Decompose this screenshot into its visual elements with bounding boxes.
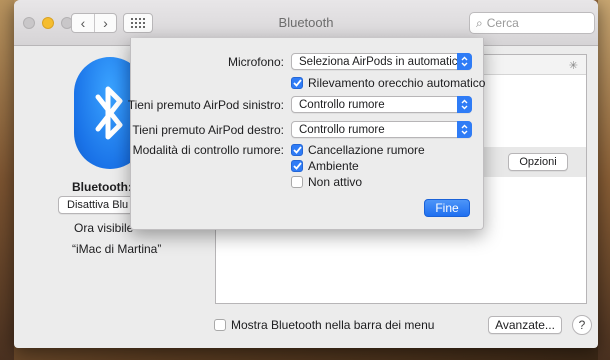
mode-noise-cancellation-checkbox[interactable]: Cancellazione rumore (291, 143, 425, 157)
options-button[interactable]: Opzioni (508, 153, 568, 171)
device-name: “iMac di Martina” (72, 242, 162, 256)
microphone-value: Seleziona AirPods in automatico (299, 55, 464, 68)
ear-detection-label: Rilevamento orecchio automatico (308, 76, 486, 90)
airpods-settings-sheet: Microfono: Seleziona AirPods in automati… (127, 38, 485, 230)
ear-detection-checkbox[interactable]: Rilevamento orecchio automatico (291, 76, 485, 90)
noise-modes-label: Modalità di controllo rumore: (132, 143, 284, 157)
search-icon: ⌕ (476, 15, 483, 30)
right-airpod-label: Tieni premuto AirPod destro: (132, 123, 284, 137)
microphone-label: Microfono: (227, 55, 284, 69)
mode-label: Non attivo (308, 175, 363, 189)
advanced-button[interactable]: Avanzate... (488, 316, 562, 334)
left-airpod-popup[interactable]: Controllo rumore (291, 96, 472, 113)
checkmark-icon (291, 160, 303, 172)
bluetooth-preferences-window: ‹ › Bluetooth ⌕ Cerca Bluetooth: a Disat… (14, 0, 598, 348)
search-placeholder: Cerca (486, 16, 519, 30)
search-field[interactable]: ⌕ Cerca (469, 12, 595, 34)
right-airpod-value: Controllo rumore (299, 123, 385, 136)
done-button[interactable]: Fine (424, 199, 470, 217)
updown-arrows-icon (457, 121, 472, 138)
checkbox-unchecked-icon (214, 319, 226, 331)
updown-arrows-icon (457, 53, 472, 70)
microphone-popup[interactable]: Seleziona AirPods in automatico (291, 53, 472, 70)
show-in-menubar-checkbox[interactable]: Mostra Bluetooth nella barra dei menu (214, 318, 434, 332)
left-airpod-label: Tieni premuto AirPod sinistro: (127, 98, 284, 112)
checkmark-icon (291, 144, 303, 156)
loading-spinner-icon: ✳ (568, 60, 578, 72)
help-button[interactable]: ? (572, 315, 592, 335)
desktop-background-left (0, 0, 14, 360)
visibility-text: Ora visibile (74, 221, 134, 235)
left-airpod-value: Controllo rumore (299, 98, 385, 111)
mode-off-checkbox[interactable]: Non attivo (291, 175, 362, 189)
updown-arrows-icon (457, 96, 472, 113)
mode-ambient-checkbox[interactable]: Ambiente (291, 159, 359, 173)
checkbox-unchecked-icon (291, 176, 303, 188)
checkmark-icon (291, 77, 303, 89)
desktop-background-right (598, 0, 610, 360)
mode-label: Ambiente (308, 159, 359, 173)
mode-label: Cancellazione rumore (308, 143, 425, 157)
bluetooth-icon (95, 86, 123, 140)
show-in-menubar-label: Mostra Bluetooth nella barra dei menu (231, 318, 435, 332)
right-airpod-popup[interactable]: Controllo rumore (291, 121, 472, 138)
